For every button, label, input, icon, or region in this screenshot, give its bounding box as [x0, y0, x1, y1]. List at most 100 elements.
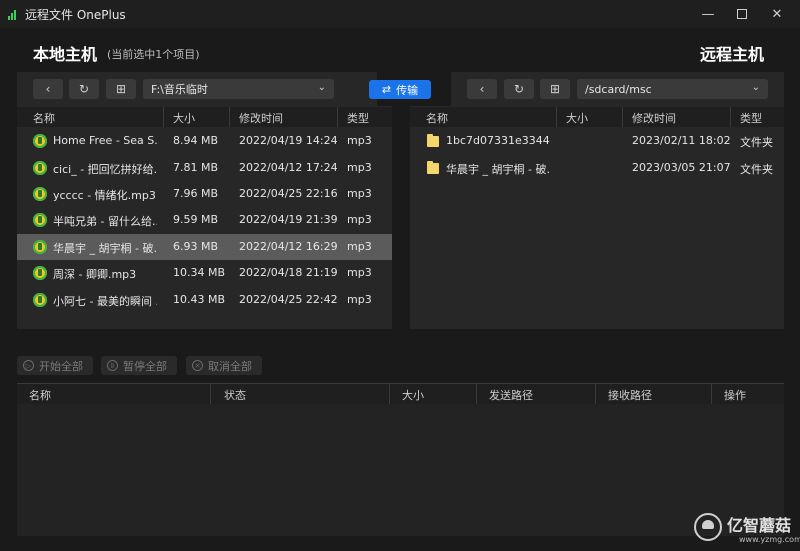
- music-file-icon: [33, 213, 47, 227]
- column-modified[interactable]: 修改时间: [239, 110, 283, 126]
- queue-column-size[interactable]: 大小: [402, 387, 424, 403]
- file-name: 周深 - 卿卿.mp3: [53, 268, 137, 281]
- remote-host-title: 远程主机: [700, 45, 765, 64]
- music-file-icon: [33, 134, 47, 148]
- queue-column-status[interactable]: 状态: [224, 387, 246, 403]
- local-file-row[interactable]: 小阿七 - 最美的瞬间 ... 10.43 MB 2022/04/25 22:4…: [17, 287, 392, 313]
- cancel-all-label: 取消全部: [208, 359, 252, 373]
- local-table-header: 名称 大小 修改时间 类型: [17, 107, 392, 127]
- local-file-row[interactable]: 半吨兄弟 - 留什么给... 9.59 MB 2022/04/19 21:39 …: [17, 207, 392, 233]
- start-all-button[interactable]: ▷ 开始全部: [17, 356, 93, 375]
- file-size: 6.93 MB: [173, 240, 219, 253]
- music-file-icon: [33, 161, 47, 175]
- column-name[interactable]: 名称: [33, 110, 55, 126]
- local-path-select[interactable]: F:\音乐临时 ⌄: [143, 79, 334, 99]
- title-bar: 远程文件 OnePlus — ✕: [0, 0, 800, 28]
- column-name[interactable]: 名称: [426, 110, 448, 126]
- file-modified: 2022/04/25 22:16: [239, 187, 338, 200]
- column-type[interactable]: 类型: [347, 110, 369, 126]
- folder-icon: [427, 134, 439, 147]
- app-signal-icon: [8, 8, 18, 20]
- file-modified: 2023/02/11 18:02: [632, 134, 731, 147]
- file-modified: 2022/04/19 21:39: [239, 213, 338, 226]
- mushroom-logo-icon: [694, 513, 722, 541]
- remote-table-header: 名称 大小 修改时间 类型: [410, 107, 784, 127]
- file-type: mp3: [347, 213, 372, 226]
- cancel-all-button[interactable]: ✕ 取消全部: [186, 356, 262, 375]
- file-type: 文件夹: [740, 136, 773, 149]
- local-file-row[interactable]: ycccc - 情绪化.mp3 7.96 MB 2022/04/25 22:16…: [17, 181, 392, 207]
- folder-icon: [427, 161, 439, 174]
- watermark-url: www.yzmg.com: [739, 535, 800, 544]
- local-new-folder-button[interactable]: ⊞: [106, 79, 136, 99]
- local-file-row[interactable]: 周深 - 卿卿.mp3 10.34 MB 2022/04/18 21:19 mp…: [17, 260, 392, 286]
- file-type: 文件夹: [740, 163, 773, 176]
- swap-icon: ⇄: [381, 83, 392, 96]
- selection-count: (当前选中1个项目): [107, 48, 200, 61]
- file-size: 10.34 MB: [173, 266, 226, 279]
- music-file-icon: [33, 266, 47, 280]
- file-modified: 2022/04/12 17:24: [239, 161, 338, 174]
- pause-all-button[interactable]: Ⅱ 暂停全部: [101, 356, 177, 375]
- file-size: 7.81 MB: [173, 161, 219, 174]
- file-type: mp3: [347, 293, 372, 306]
- file-modified: 2022/04/18 21:19: [239, 266, 338, 279]
- chevron-down-icon: ⌄: [751, 82, 760, 93]
- remote-back-button[interactable]: ‹: [467, 79, 497, 99]
- remote-path-select[interactable]: /sdcard/msc ⌄: [577, 79, 768, 99]
- file-name: 华晨宇 _ 胡宇桐 - 破...: [446, 163, 550, 176]
- window-title: 远程文件 OnePlus: [25, 8, 126, 22]
- watermark: 亿智蘑菇 www.yzmg.com: [694, 511, 800, 545]
- chevron-down-icon: ⌄: [317, 82, 326, 93]
- queue-column-name[interactable]: 名称: [29, 387, 51, 403]
- file-type: mp3: [347, 240, 372, 253]
- transfer-queue-panel: 名称 状态 大小 发送路径 接收路径 操作: [17, 383, 784, 536]
- local-back-button[interactable]: ‹: [33, 79, 63, 99]
- local-path-value: F:\音乐临时: [151, 83, 208, 96]
- file-name: cici_ - 把回忆拼好给...: [53, 163, 157, 176]
- file-type: mp3: [347, 134, 372, 147]
- remote-path-value: /sdcard/msc: [585, 82, 652, 96]
- local-file-row-selected[interactable]: 华晨宇 _ 胡宇桐 - 破... 6.93 MB 2022/04/12 16:2…: [17, 234, 392, 260]
- file-modified: 2022/04/19 14:24: [239, 134, 338, 147]
- watermark-text: 亿智蘑菇: [727, 516, 792, 535]
- file-size: 10.43 MB: [173, 293, 226, 306]
- music-file-icon: [33, 187, 47, 201]
- start-all-label: 开始全部: [39, 359, 83, 373]
- column-type[interactable]: 类型: [740, 110, 762, 126]
- remote-new-folder-button[interactable]: ⊞: [540, 79, 570, 99]
- file-name: 1bc7d07331e3344f...: [446, 134, 550, 147]
- close-button[interactable]: ✕: [754, 0, 800, 28]
- local-file-row[interactable]: Home Free - Sea S... 8.94 MB 2022/04/19 …: [17, 128, 392, 154]
- queue-column-dest[interactable]: 接收路径: [608, 387, 652, 403]
- file-modified: 2023/03/05 21:07: [632, 161, 731, 174]
- file-name: 半吨兄弟 - 留什么给...: [53, 215, 157, 228]
- column-modified[interactable]: 修改时间: [632, 110, 676, 126]
- file-modified: 2022/04/12 16:29: [239, 240, 338, 253]
- file-name: ycccc - 情绪化.mp3: [53, 189, 156, 202]
- transfer-label: 传输: [396, 83, 419, 97]
- pause-icon: Ⅱ: [107, 360, 118, 371]
- remote-file-row[interactable]: 华晨宇 _ 胡宇桐 - 破... 2023/03/05 21:07 文件夹: [410, 155, 784, 181]
- local-refresh-button[interactable]: ↻: [69, 79, 99, 99]
- file-type: mp3: [347, 266, 372, 279]
- local-host-title: 本地主机: [33, 45, 98, 64]
- file-size: 7.96 MB: [173, 187, 219, 200]
- file-size: 9.59 MB: [173, 213, 219, 226]
- local-file-row[interactable]: cici_ - 把回忆拼好给... 7.81 MB 2022/04/12 17:…: [17, 155, 392, 181]
- maximize-icon: [737, 9, 747, 19]
- queue-column-source[interactable]: 发送路径: [489, 387, 533, 403]
- remote-refresh-button[interactable]: ↻: [504, 79, 534, 99]
- file-size: 8.94 MB: [173, 134, 219, 147]
- pause-all-label: 暂停全部: [123, 359, 167, 373]
- file-modified: 2022/04/25 22:42: [239, 293, 338, 306]
- file-type: mp3: [347, 187, 372, 200]
- transfer-button[interactable]: ⇄ 传输: [369, 80, 431, 99]
- file-name: Home Free - Sea S...: [53, 134, 157, 147]
- cancel-icon: ✕: [192, 360, 203, 371]
- column-size[interactable]: 大小: [173, 110, 195, 126]
- column-size[interactable]: 大小: [566, 110, 588, 126]
- remote-file-row[interactable]: 1bc7d07331e3344f... 2023/02/11 18:02 文件夹: [410, 128, 784, 154]
- queue-column-action[interactable]: 操作: [724, 387, 746, 403]
- music-file-icon: [33, 293, 47, 307]
